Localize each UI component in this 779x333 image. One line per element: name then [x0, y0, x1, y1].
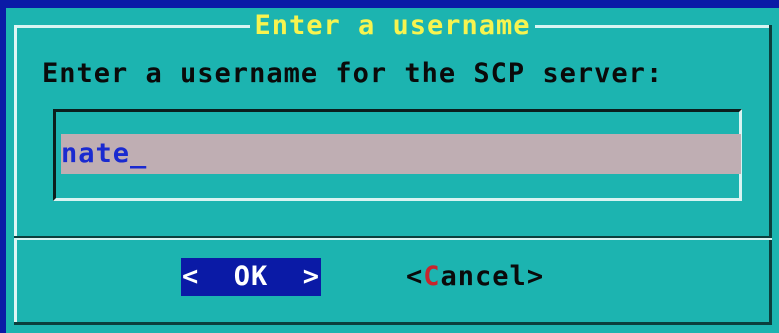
username-dialog: Enter a username Enter a username for th… — [6, 8, 779, 333]
cancel-bracket-close: > — [526, 261, 545, 292]
dialog-title-bar: Enter a username — [6, 8, 779, 44]
dialog-frame-bottom — [14, 322, 772, 325]
cancel-button[interactable]: <Cancel> — [406, 258, 544, 296]
ok-button[interactable]: < OK > — [181, 258, 321, 296]
terminal-screen: Enter a username Enter a username for th… — [0, 0, 779, 333]
dialog-separator-highlight — [14, 238, 772, 240]
dialog-frame-right — [769, 25, 772, 325]
cancel-label-rest: ancel — [440, 261, 527, 292]
dialog-frame-left — [14, 25, 17, 325]
cancel-bracket-open: < — [406, 261, 424, 292]
username-input[interactable]: nate_ — [61, 134, 741, 174]
dialog-prompt: Enter a username for the SCP server: — [42, 58, 664, 89]
cancel-hotkey: C — [423, 261, 441, 292]
dialog-title: Enter a username — [250, 10, 535, 41]
